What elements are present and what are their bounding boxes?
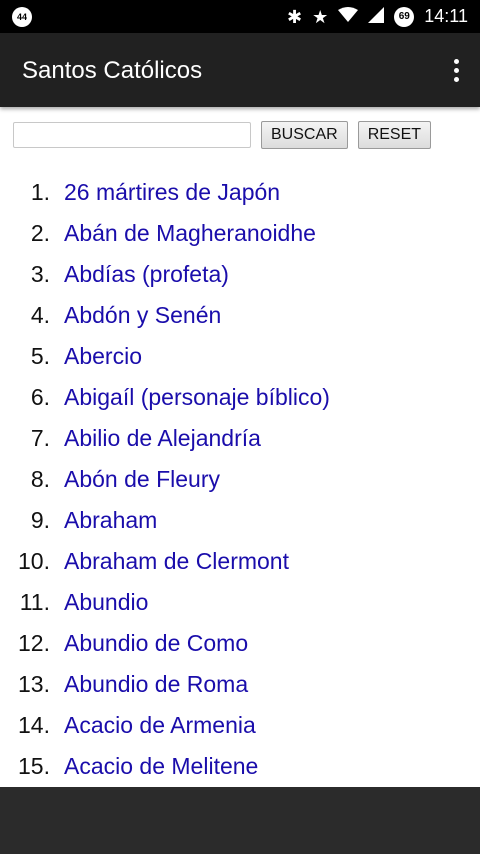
list-item: 7. Abilio de Alejandría bbox=[0, 418, 480, 459]
app-bar: Santos Católicos bbox=[0, 33, 480, 107]
list-item: 8. Abón de Fleury bbox=[0, 459, 480, 500]
menu-dot bbox=[453, 58, 459, 64]
star-icon: ★ bbox=[312, 6, 329, 27]
saint-link[interactable]: Abundio bbox=[64, 589, 148, 616]
list-item-number: 4. bbox=[30, 302, 50, 328]
saint-link[interactable]: Abón de Fleury bbox=[64, 466, 220, 493]
saint-link[interactable]: Abán de Magheranoidhe bbox=[64, 220, 316, 247]
saint-link[interactable]: Abilio de Alejandría bbox=[64, 425, 261, 452]
bluetooth-icon: ✱ bbox=[287, 6, 303, 27]
list-item-number: 13. bbox=[18, 671, 50, 697]
list-item-number: 6. bbox=[30, 384, 50, 410]
list-item: 12. Abundio de Como bbox=[0, 623, 480, 664]
status-icons: ✱ ★ 69 14:11 bbox=[287, 0, 468, 33]
saint-link[interactable]: 26 mártires de Japón bbox=[64, 179, 280, 206]
list-item-number: 11. bbox=[19, 589, 50, 615]
saint-link[interactable]: Acacio de Melitene bbox=[64, 753, 258, 780]
list-item-number: 12. bbox=[18, 630, 50, 656]
saint-link[interactable]: Abigaíl (personaje bíblico) bbox=[64, 384, 330, 411]
saint-link[interactable]: Abundio de Como bbox=[64, 630, 248, 657]
list-item: 3. Abdías (profeta) bbox=[0, 254, 480, 295]
saint-link[interactable]: Abundio de Roma bbox=[64, 671, 248, 698]
list-item-number: 5. bbox=[30, 343, 50, 369]
overflow-menu-icon[interactable] bbox=[446, 55, 466, 85]
list-item: 2. Abán de Magheranoidhe bbox=[0, 213, 480, 254]
saint-link[interactable]: Abdón y Senén bbox=[64, 302, 221, 329]
list-item: 5. Abercio bbox=[0, 336, 480, 377]
list-item: 1. 26 mártires de Japón bbox=[0, 172, 480, 213]
list-item: 15. Acacio de Melitene bbox=[0, 746, 480, 787]
list-item: 13. Abundio de Roma bbox=[0, 664, 480, 705]
list-item-number: 14. bbox=[18, 712, 50, 738]
reset-button[interactable]: RESET bbox=[357, 121, 432, 149]
list-item: 9. Abraham bbox=[0, 500, 480, 541]
bottom-navigation-bar bbox=[0, 787, 480, 854]
saint-link[interactable]: Abraham bbox=[64, 507, 157, 534]
battery-icon: 69 bbox=[394, 6, 415, 27]
buscar-button[interactable]: BUSCAR bbox=[261, 121, 348, 149]
status-time: 14:11 bbox=[424, 6, 468, 26]
list-item: 10. Abraham de Clermont bbox=[0, 541, 480, 582]
list-item-number: 8. bbox=[30, 466, 50, 492]
list-item: 14. Acacio de Armenia bbox=[0, 705, 480, 746]
app-title: Santos Católicos bbox=[22, 57, 203, 84]
list-item: 6. Abigaíl (personaje bíblico) bbox=[0, 377, 480, 418]
menu-dot bbox=[453, 76, 459, 82]
list-item-number: 2. bbox=[30, 220, 50, 246]
saint-link[interactable]: Abdías (profeta) bbox=[64, 261, 229, 288]
saint-link[interactable]: Abercio bbox=[64, 343, 142, 370]
saint-link[interactable]: Abraham de Clermont bbox=[64, 548, 289, 575]
list-item-number: 15. bbox=[18, 753, 50, 779]
list-item: 4. Abdón y Senén bbox=[0, 295, 480, 336]
notification-icon: 44 bbox=[12, 7, 32, 27]
wifi-icon bbox=[338, 7, 359, 26]
menu-dot bbox=[453, 67, 459, 73]
list-item: 11. Abundio bbox=[0, 582, 480, 623]
list-item-number: 7. bbox=[30, 425, 50, 451]
search-row: BUSCAR RESET bbox=[13, 121, 432, 149]
list-item-number: 9. bbox=[30, 507, 50, 533]
list-item-number: 10. bbox=[18, 548, 50, 574]
saint-list: 1. 26 mártires de Japón 2. Abán de Magheran… bbox=[0, 172, 480, 787]
signal-icon bbox=[368, 7, 385, 26]
search-input[interactable] bbox=[13, 122, 251, 148]
list-item-number: 3. bbox=[30, 261, 50, 287]
list-item-number: 1. bbox=[30, 179, 50, 205]
saint-link[interactable]: Acacio de Armenia bbox=[64, 712, 256, 739]
status-bar: 44 ✱ ★ 69 14:11 bbox=[0, 0, 480, 33]
